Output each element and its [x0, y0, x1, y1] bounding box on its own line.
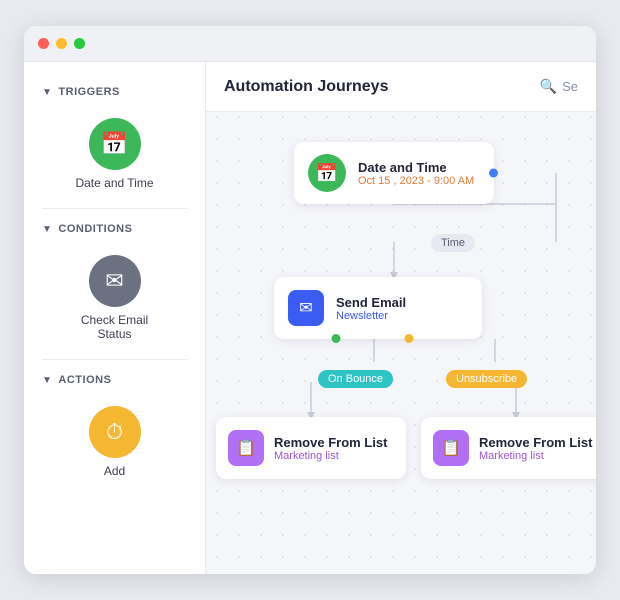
- trigger-icon: 📅: [308, 154, 346, 192]
- remove-left-title: Remove From List: [274, 435, 387, 450]
- search-label: Se: [562, 79, 578, 94]
- remove-right-text: Remove From List Marketing list: [479, 435, 592, 462]
- titlebar: [24, 26, 596, 62]
- sidebar-item-add[interactable]: ⏱ Add: [24, 396, 205, 492]
- app-title: Automation Journeys: [224, 78, 388, 96]
- email-title: Send Email: [336, 295, 406, 310]
- actions-label: ACTIONS: [58, 374, 111, 386]
- app-window: ▼ TRIGGERS 📅 Date and Time ▼ CONDITIONS …: [24, 26, 596, 574]
- remove-right-title: Remove From List: [479, 435, 592, 450]
- conditions-label: CONDITIONS: [58, 223, 132, 235]
- app-header: Automation Journeys 🔍 Se: [206, 62, 596, 112]
- chevron-icon-2: ▼: [42, 224, 52, 235]
- actions-section-header: ▼ ACTIONS: [24, 368, 205, 396]
- check-email-icon: ✉: [89, 255, 141, 307]
- unsubscribe-badge: Unsubscribe: [446, 370, 527, 388]
- send-email-node[interactable]: ✉ Send Email Newsletter: [274, 277, 482, 339]
- add-label: Add: [104, 464, 125, 478]
- remove-right-subtitle: Marketing list: [479, 450, 592, 462]
- conditions-section-header: ▼ CONDITIONS: [24, 217, 205, 245]
- date-time-icon: 📅: [89, 118, 141, 170]
- remove-left-text: Remove From List Marketing list: [274, 435, 387, 462]
- app-body: ▼ TRIGGERS 📅 Date and Time ▼ CONDITIONS …: [24, 62, 596, 574]
- trigger-node[interactable]: 📅 Date and Time Oct 15 , 2023 - 9:00 AM: [294, 142, 494, 204]
- time-badge: Time: [431, 234, 475, 252]
- trigger-subtitle: Oct 15 , 2023 - 9:00 AM: [358, 175, 474, 187]
- header-search[interactable]: 🔍 Se: [540, 78, 578, 95]
- sidebar: ▼ TRIGGERS 📅 Date and Time ▼ CONDITIONS …: [24, 62, 206, 574]
- divider-1: [42, 208, 187, 209]
- close-dot[interactable]: [38, 38, 49, 49]
- chevron-icon: ▼: [42, 87, 52, 98]
- trigger-text: Date and Time Oct 15 , 2023 - 9:00 AM: [358, 160, 474, 187]
- canvas-content: 📅 Date and Time Oct 15 , 2023 - 9:00 AM …: [206, 112, 596, 574]
- sidebar-item-date-and-time[interactable]: 📅 Date and Time: [24, 108, 205, 204]
- sidebar-item-check-email[interactable]: ✉ Check EmailStatus: [24, 245, 205, 355]
- email-subtitle: Newsletter: [336, 310, 406, 322]
- email-icon: ✉: [288, 290, 324, 326]
- triggers-label: TRIGGERS: [58, 86, 119, 98]
- email-green-dot: [332, 334, 341, 343]
- triggers-section-header: ▼ TRIGGERS: [24, 80, 205, 108]
- email-text: Send Email Newsletter: [336, 295, 406, 322]
- remove-from-list-left-node[interactable]: 📋 Remove From List Marketing list: [216, 417, 406, 479]
- email-yellow-dot: [405, 334, 414, 343]
- trigger-edge-dot: [489, 169, 498, 178]
- remove-from-list-right-node[interactable]: 📋 Remove From List Marketing list: [421, 417, 596, 479]
- minimize-dot[interactable]: [56, 38, 67, 49]
- add-icon: ⏱: [89, 406, 141, 458]
- divider-2: [42, 359, 187, 360]
- remove-icon-right: 📋: [433, 430, 469, 466]
- main-canvas: Automation Journeys 🔍 Se: [206, 62, 596, 574]
- check-email-label: Check EmailStatus: [81, 313, 148, 341]
- remove-left-subtitle: Marketing list: [274, 450, 387, 462]
- on-bounce-badge: On Bounce: [318, 370, 393, 388]
- trigger-title: Date and Time: [358, 160, 474, 175]
- maximize-dot[interactable]: [74, 38, 85, 49]
- chevron-icon-3: ▼: [42, 375, 52, 386]
- date-time-label: Date and Time: [75, 176, 153, 190]
- search-icon: 🔍: [540, 78, 557, 95]
- remove-icon-left: 📋: [228, 430, 264, 466]
